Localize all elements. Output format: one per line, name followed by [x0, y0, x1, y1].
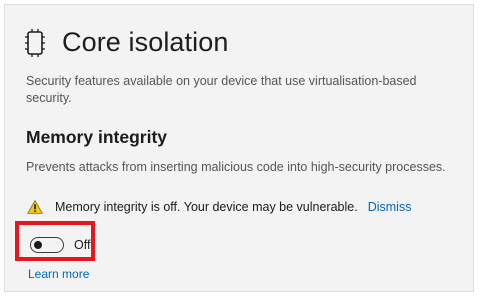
- memory-integrity-description: Prevents attacks from inserting maliciou…: [26, 160, 446, 174]
- dismiss-link[interactable]: Dismiss: [368, 200, 412, 214]
- highlight-box: [15, 221, 95, 261]
- warning-text: Memory integrity is off. Your device may…: [55, 200, 358, 214]
- warning-icon: [27, 200, 43, 214]
- page-header: Core isolation: [24, 27, 229, 58]
- memory-integrity-heading: Memory integrity: [26, 127, 167, 147]
- learn-more-link[interactable]: Learn more: [28, 267, 89, 281]
- warning-banner: Memory integrity is off. Your device may…: [27, 200, 411, 214]
- page-description: Security features available on your devi…: [26, 74, 417, 105]
- page-title: Core isolation: [62, 27, 229, 57]
- chip-icon: [25, 28, 45, 57]
